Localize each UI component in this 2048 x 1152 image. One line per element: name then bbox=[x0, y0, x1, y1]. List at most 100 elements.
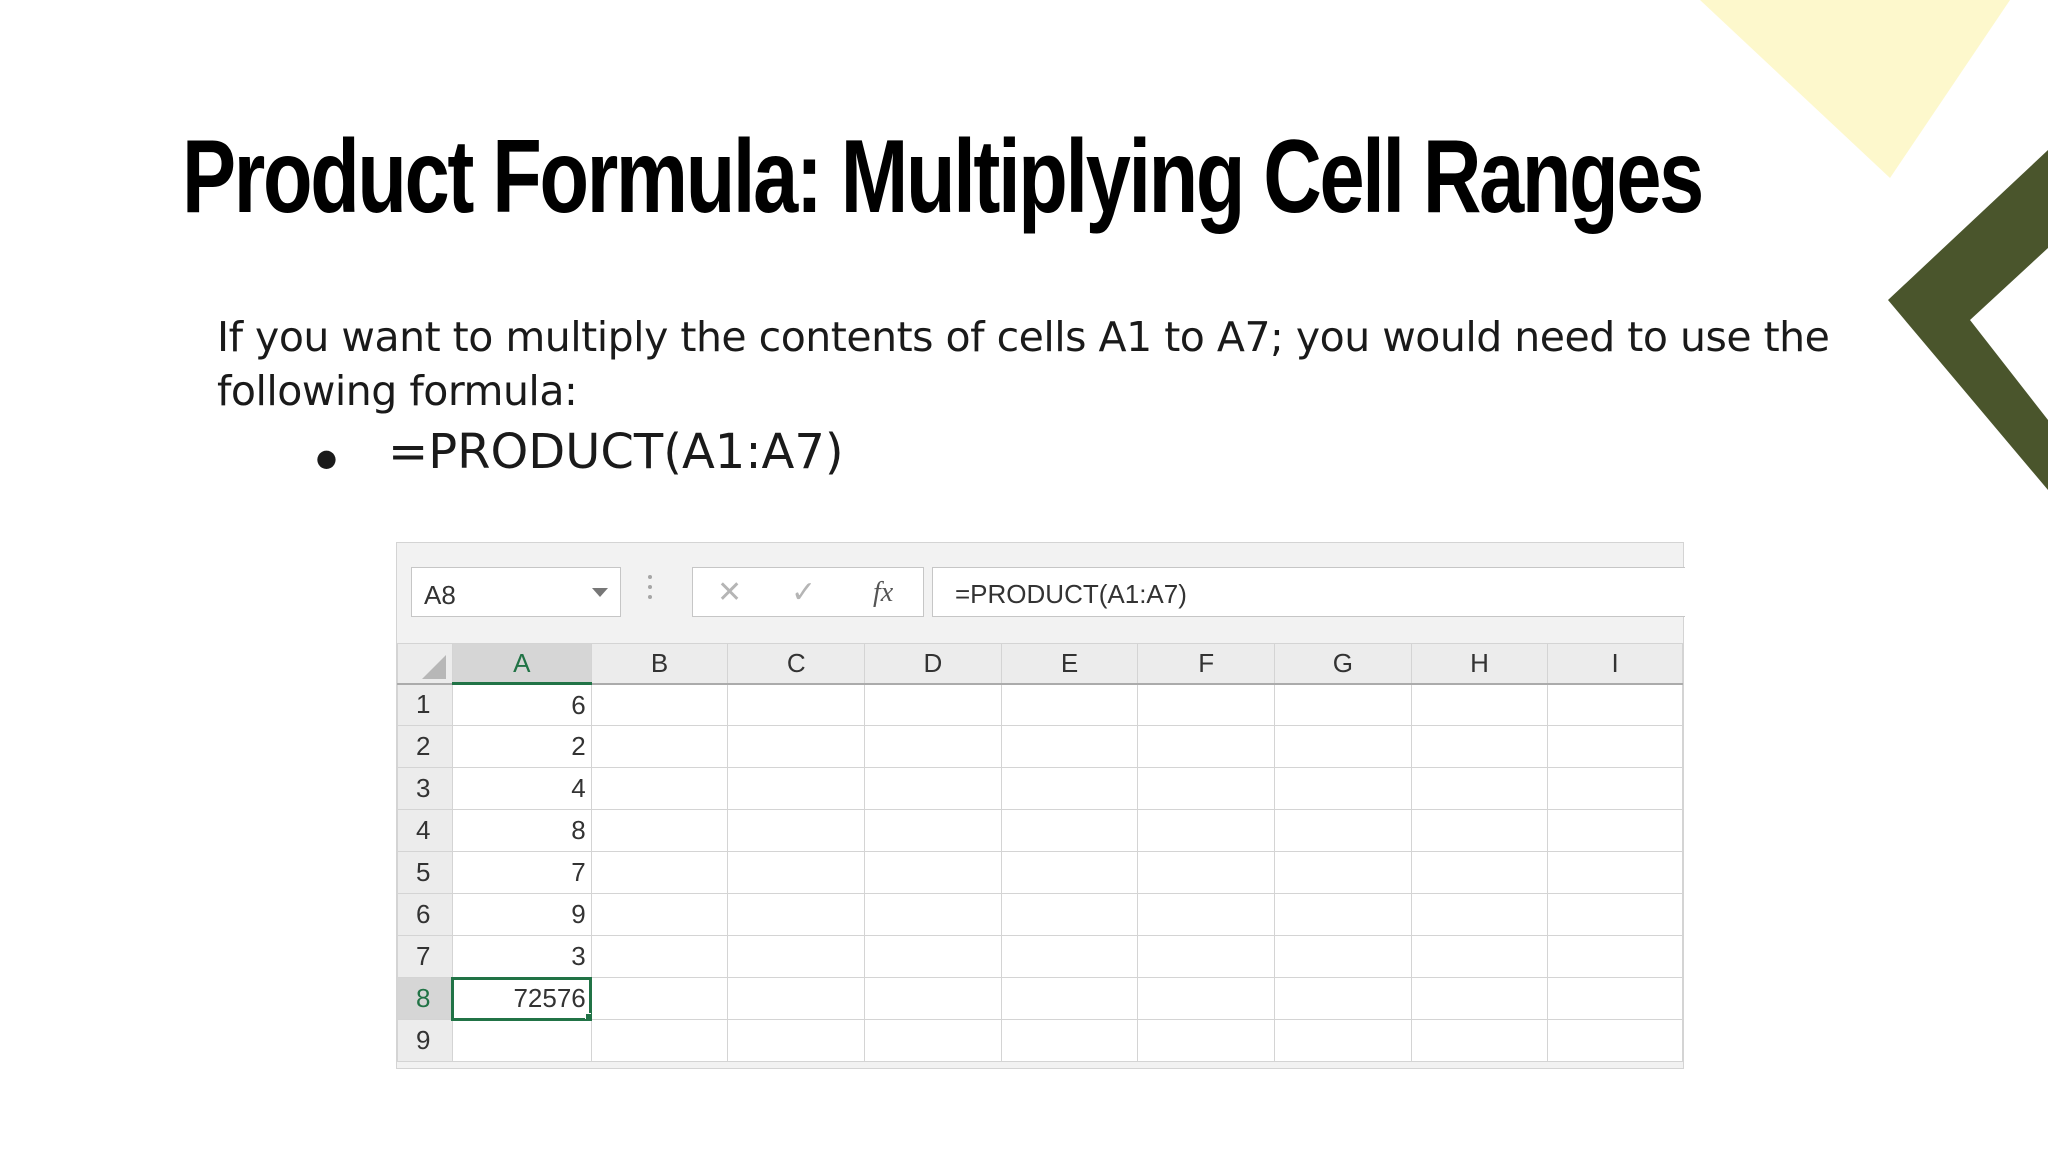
check-icon[interactable]: ✓ bbox=[791, 576, 816, 610]
cell[interactable] bbox=[1137, 683, 1275, 726]
cell[interactable] bbox=[727, 1019, 866, 1062]
cell[interactable] bbox=[1410, 893, 1549, 936]
column-header-d[interactable]: D bbox=[864, 643, 1002, 685]
cell[interactable] bbox=[864, 1019, 1002, 1062]
cell[interactable] bbox=[864, 767, 1002, 810]
cell[interactable] bbox=[864, 851, 1002, 894]
cell[interactable] bbox=[1000, 935, 1139, 978]
cell-a2[interactable]: 2 bbox=[451, 725, 592, 768]
cell[interactable] bbox=[590, 683, 729, 726]
drag-handle-icon[interactable] bbox=[647, 575, 653, 603]
row-header[interactable]: 4 bbox=[397, 809, 453, 852]
column-header-i[interactable]: I bbox=[1547, 643, 1683, 685]
cell[interactable] bbox=[1547, 1019, 1683, 1062]
cell[interactable] bbox=[1000, 809, 1139, 852]
cell[interactable] bbox=[1273, 725, 1412, 768]
fill-handle[interactable] bbox=[584, 1013, 591, 1019]
cell[interactable] bbox=[1273, 683, 1412, 726]
cell[interactable] bbox=[590, 977, 729, 1020]
cell[interactable] bbox=[590, 725, 729, 768]
cell[interactable] bbox=[1273, 809, 1412, 852]
cell[interactable] bbox=[1410, 683, 1549, 726]
cell[interactable] bbox=[1410, 725, 1549, 768]
column-header-h[interactable]: H bbox=[1410, 643, 1549, 685]
cell[interactable] bbox=[1000, 725, 1139, 768]
cell[interactable] bbox=[727, 977, 866, 1020]
cell[interactable] bbox=[1547, 767, 1683, 810]
cell[interactable] bbox=[1273, 893, 1412, 936]
row-header[interactable]: 9 bbox=[397, 1019, 453, 1062]
row-header[interactable]: 2 bbox=[397, 725, 453, 768]
cell[interactable] bbox=[1410, 935, 1549, 978]
cell-a9[interactable] bbox=[451, 1019, 592, 1062]
cell-a1[interactable]: 6 bbox=[451, 683, 592, 726]
cell[interactable] bbox=[727, 725, 866, 768]
column-header-g[interactable]: G bbox=[1273, 643, 1412, 685]
row-header[interactable]: 5 bbox=[397, 851, 453, 894]
cell[interactable] bbox=[1410, 767, 1549, 810]
cell[interactable] bbox=[864, 935, 1002, 978]
cell[interactable] bbox=[1273, 767, 1412, 810]
cell[interactable] bbox=[590, 1019, 729, 1062]
cell[interactable] bbox=[727, 809, 866, 852]
cell[interactable] bbox=[590, 767, 729, 810]
cell[interactable] bbox=[1547, 725, 1683, 768]
column-header-f[interactable]: F bbox=[1137, 643, 1275, 685]
formula-bar[interactable]: =PRODUCT(A1:A7) bbox=[932, 567, 1685, 617]
cell[interactable] bbox=[1000, 977, 1139, 1020]
cell[interactable] bbox=[1547, 893, 1683, 936]
name-box[interactable]: A8 bbox=[411, 567, 621, 617]
cell[interactable] bbox=[1410, 977, 1549, 1020]
row-header[interactable]: 8 bbox=[397, 977, 453, 1020]
cell[interactable] bbox=[864, 977, 1002, 1020]
cell[interactable] bbox=[727, 893, 866, 936]
cell-a3[interactable]: 4 bbox=[451, 767, 592, 810]
chevron-down-icon[interactable] bbox=[592, 588, 608, 597]
cell[interactable] bbox=[1547, 851, 1683, 894]
row-header[interactable]: 6 bbox=[397, 893, 453, 936]
cell[interactable] bbox=[1137, 809, 1275, 852]
cell-a8-selected[interactable]: 72576 bbox=[451, 976, 593, 1021]
cell[interactable] bbox=[1547, 683, 1683, 726]
cell[interactable] bbox=[864, 683, 1002, 726]
column-header-c[interactable]: C bbox=[727, 643, 866, 685]
cell[interactable] bbox=[1547, 809, 1683, 852]
cell[interactable] bbox=[1000, 683, 1139, 726]
cell-a6[interactable]: 9 bbox=[451, 893, 592, 936]
cell[interactable] bbox=[1273, 977, 1412, 1020]
insert-function-icon[interactable]: fx bbox=[873, 576, 893, 610]
column-header-a[interactable]: A bbox=[451, 643, 592, 685]
row-header[interactable]: 7 bbox=[397, 935, 453, 978]
cell[interactable] bbox=[1547, 977, 1683, 1020]
cell[interactable] bbox=[1410, 1019, 1549, 1062]
cell[interactable] bbox=[727, 767, 866, 810]
cell[interactable] bbox=[1273, 935, 1412, 978]
cell[interactable] bbox=[727, 851, 866, 894]
cell-a7[interactable]: 3 bbox=[451, 935, 592, 978]
row-header[interactable]: 1 bbox=[397, 683, 453, 726]
cell[interactable] bbox=[1273, 851, 1412, 894]
cell[interactable] bbox=[864, 809, 1002, 852]
cell[interactable] bbox=[1137, 851, 1275, 894]
select-all-corner[interactable] bbox=[397, 643, 453, 685]
cell[interactable] bbox=[1137, 1019, 1275, 1062]
cell[interactable] bbox=[864, 725, 1002, 768]
column-header-b[interactable]: B bbox=[590, 643, 729, 685]
cell[interactable] bbox=[1137, 935, 1275, 978]
cell[interactable] bbox=[590, 809, 729, 852]
cell[interactable] bbox=[1137, 977, 1275, 1020]
cell[interactable] bbox=[864, 893, 1002, 936]
cell[interactable] bbox=[1000, 851, 1139, 894]
cancel-icon[interactable]: ✕ bbox=[717, 576, 742, 610]
cell[interactable] bbox=[1000, 1019, 1139, 1062]
cell[interactable] bbox=[1137, 893, 1275, 936]
cell[interactable] bbox=[1137, 767, 1275, 810]
cell[interactable] bbox=[590, 935, 729, 978]
cell[interactable] bbox=[1410, 809, 1549, 852]
cell[interactable] bbox=[1547, 935, 1683, 978]
column-header-e[interactable]: E bbox=[1000, 643, 1139, 685]
row-header[interactable]: 3 bbox=[397, 767, 453, 810]
cell[interactable] bbox=[727, 935, 866, 978]
cell[interactable] bbox=[1000, 893, 1139, 936]
cell[interactable] bbox=[590, 851, 729, 894]
